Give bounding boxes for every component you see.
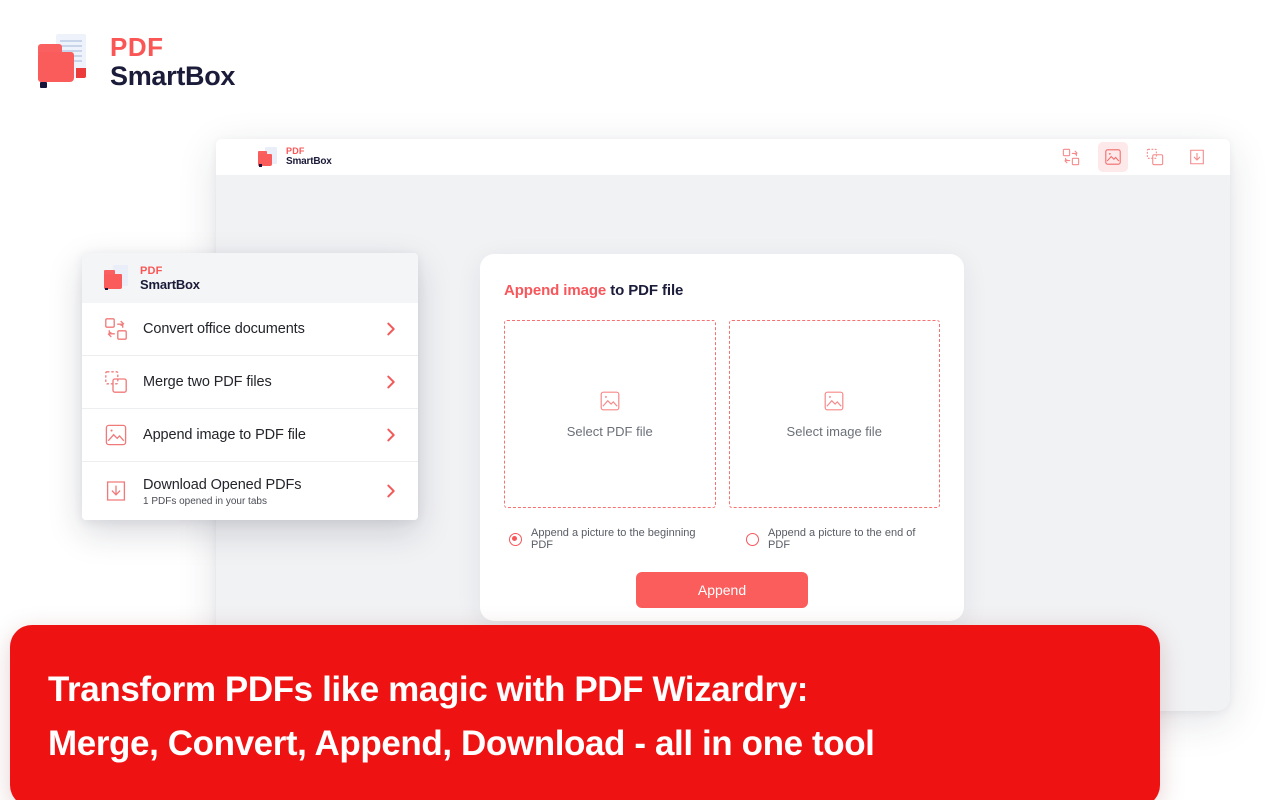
brand-line1: PDF	[110, 32, 164, 62]
append-position-radio-group: Append a picture to the beginning PDF Ap…	[504, 527, 940, 551]
chevron-right-icon	[382, 320, 400, 338]
select-pdf-file-dropzone[interactable]: Select PDF file	[504, 320, 716, 508]
radio-append-beginning-label: Append a picture to the beginning PDF	[531, 527, 696, 551]
brand-line2: SmartBox	[110, 61, 236, 91]
menu-item-text: Convert office documents	[134, 320, 382, 338]
append-image-icon	[104, 423, 134, 447]
radio-append-end-label: Append a picture to the end of PDF	[768, 527, 916, 551]
download-pdf-icon	[104, 479, 134, 503]
menu-item-text: Download Opened PDFs 1 PDFs opened in yo…	[134, 476, 382, 507]
menu-item-title: Merge two PDF files	[143, 374, 272, 390]
promo-banner-line1: Transform PDFs like magic with PDF Wizar…	[48, 670, 809, 709]
app-header: PDF SmartBox	[216, 139, 1230, 175]
convert-office-documents-icon	[104, 317, 134, 341]
radio-append-end[interactable]: Append a picture to the end of PDF	[746, 527, 940, 551]
menu-item-text: Append image to PDF file	[134, 426, 382, 444]
radio-selected-icon	[509, 532, 522, 546]
select-image-file-dropzone[interactable]: Select image file	[728, 320, 940, 508]
toolbar-append-image[interactable]	[1098, 142, 1128, 172]
merge-pdf-icon	[104, 370, 134, 394]
pdf-folder-logo-icon	[104, 265, 132, 291]
merge-pdf-icon	[1146, 148, 1164, 166]
app-header-brand: PDF SmartBox	[258, 146, 332, 168]
image-placeholder-icon	[600, 391, 620, 410]
toolbar-merge-pdf[interactable]	[1140, 142, 1170, 172]
promo-banner: Transform PDFs like magic with PDF Wizar…	[10, 625, 1160, 800]
select-pdf-file-label: Select PDF file	[566, 423, 653, 439]
menu-item-title: Convert office documents	[143, 321, 305, 337]
image-placeholder-icon	[824, 391, 844, 410]
menu-item-text: Merge two PDF files	[134, 373, 382, 391]
brand-wordmark: PDF SmartBox	[110, 34, 235, 90]
menu-item-merge-pdf[interactable]: Merge two PDF files	[82, 356, 418, 409]
append-image-icon	[1105, 149, 1121, 165]
download-pdf-icon	[1190, 149, 1204, 165]
radio-unselected-icon	[746, 532, 760, 546]
promo-banner-line2: Merge, Convert, Append, Download - all i…	[48, 724, 875, 764]
chevron-right-icon	[382, 426, 400, 444]
pdf-folder-logo-icon	[258, 146, 280, 168]
toolbar-download-pdf[interactable]	[1182, 142, 1212, 172]
app-brand-line2: SmartBox	[286, 156, 332, 167]
convert-office-documents-icon	[1062, 148, 1080, 166]
tools-menu-panel: PDF SmartBox Convert office documents Me…	[82, 253, 418, 520]
card-title-accent: Append image	[504, 282, 607, 299]
toolbar-convert-office-documents[interactable]	[1056, 142, 1086, 172]
page-root: PDF SmartBox PDF SmartBox Append image t…	[0, 0, 1280, 800]
app-toolbar	[1056, 142, 1212, 172]
menu-brand-line1: PDF	[140, 264, 163, 277]
radio-append-beginning[interactable]: Append a picture to the beginning PDF	[509, 527, 720, 551]
dropzone-group: Select PDF file Select image file	[504, 320, 940, 508]
select-image-file-label: Select image file	[786, 423, 882, 439]
card-title-rest: to PDF file	[606, 282, 684, 299]
pdf-folder-logo-icon	[38, 34, 96, 90]
menu-item-append-image[interactable]: Append image to PDF file	[82, 409, 418, 462]
menu-item-convert-office-documents[interactable]: Convert office documents	[82, 303, 418, 356]
append-image-card: Append image to PDF file Select PDF file	[480, 254, 964, 621]
menu-item-subtitle: 1 PDFs opened in your tabs	[143, 495, 267, 507]
menu-item-title: Append image to PDF file	[143, 427, 306, 443]
menu-panel-header: PDF SmartBox	[82, 253, 418, 303]
chevron-right-icon	[382, 373, 400, 391]
app-brand-line1: PDF	[286, 146, 305, 156]
brand-logo: PDF SmartBox	[38, 34, 235, 90]
menu-item-title: Download Opened PDFs	[143, 476, 302, 493]
menu-item-download-pdf[interactable]: Download Opened PDFs 1 PDFs opened in yo…	[82, 462, 418, 520]
menu-brand: PDF SmartBox	[104, 265, 200, 291]
append-button[interactable]: Append	[636, 572, 808, 608]
menu-brand-line2: SmartBox	[140, 276, 200, 292]
chevron-right-icon	[382, 482, 400, 500]
card-title: Append image to PDF file	[504, 282, 940, 299]
